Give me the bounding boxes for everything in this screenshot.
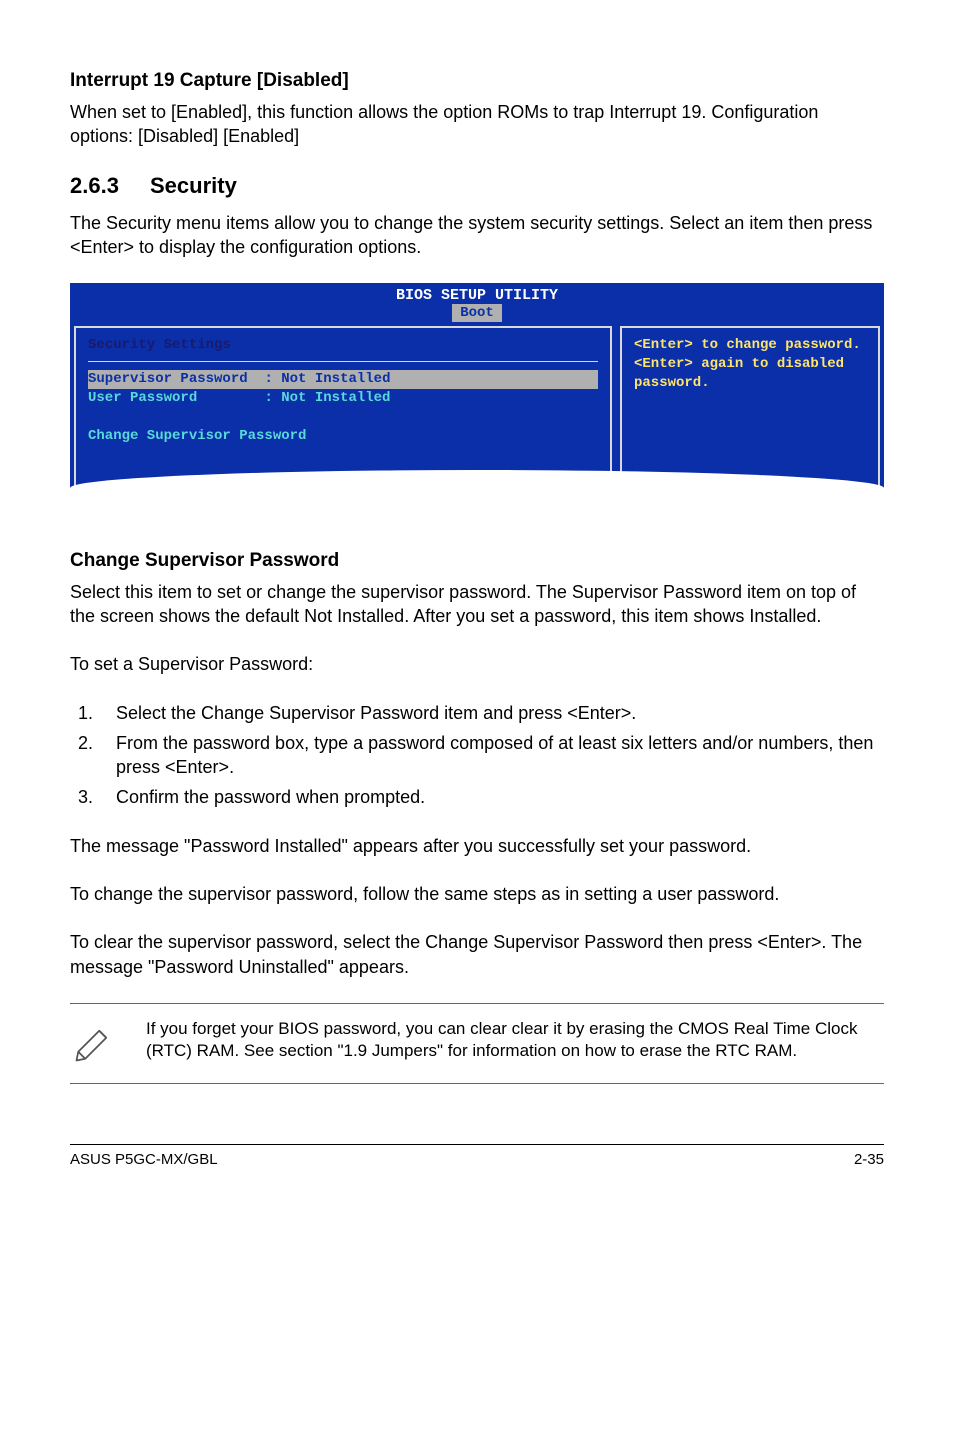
note-text: If you forget your BIOS password, you ca… — [146, 1018, 884, 1069]
bios-help-pane: <Enter> to change password. <Enter> agai… — [620, 326, 880, 485]
bios-user-label: User Password — [88, 390, 197, 406]
change-pw-p1: Select this item to set or change the su… — [70, 580, 884, 629]
bios-supervisor-label: Supervisor Password — [88, 371, 248, 387]
step-1: Select the Change Supervisor Password it… — [98, 701, 884, 725]
section-title: Security — [150, 173, 237, 199]
bios-security-settings: Security Settings — [88, 337, 231, 353]
steps-list: Select the Change Supervisor Password it… — [70, 701, 884, 810]
step-3: Confirm the password when prompted. — [98, 785, 884, 809]
bios-left-pane: Security Settings Supervisor Password : … — [74, 326, 612, 485]
section-header: 2.6.3 Security — [70, 173, 884, 199]
note-callout: If you forget your BIOS password, you ca… — [70, 1003, 884, 1084]
change-pw-p4: To change the supervisor password, follo… — [70, 882, 884, 906]
bios-screenshot: BIOS SETUP UTILITY Boot Security Setting… — [70, 283, 884, 489]
bios-change-password: Change Supervisor Password — [88, 427, 598, 446]
step-2: From the password box, type a password c… — [98, 731, 884, 780]
bios-supervisor-row: Supervisor Password : Not Installed — [88, 370, 598, 389]
bios-help-line-1: <Enter> to change password. — [634, 336, 866, 355]
page-footer: ASUS P5GC-MX/GBL 2-35 — [70, 1144, 884, 1168]
footer-page-number: 2-35 — [854, 1151, 884, 1168]
bios-title-bar: BIOS SETUP UTILITY Boot — [70, 283, 884, 322]
bios-user-row: User Password : Not Installed — [88, 389, 598, 408]
bios-divider — [88, 361, 598, 362]
change-pw-p2: To set a Supervisor Password: — [70, 652, 884, 676]
footer-model: ASUS P5GC-MX/GBL — [70, 1151, 218, 1168]
interrupt-desc: When set to [Enabled], this function all… — [70, 100, 884, 149]
bios-tab-boot: Boot — [452, 304, 502, 322]
bios-supervisor-value: : Not Installed — [264, 371, 390, 387]
interrupt-heading: Interrupt 19 Capture [Disabled] — [70, 70, 884, 92]
change-pw-heading: Change Supervisor Password — [70, 550, 884, 572]
note-pencil-icon — [70, 1018, 126, 1069]
bios-user-value: : Not Installed — [264, 390, 390, 406]
section-number: 2.6.3 — [70, 173, 150, 199]
change-pw-p5: To clear the supervisor password, select… — [70, 930, 884, 979]
change-pw-p3: The message "Password Installed" appears… — [70, 834, 884, 858]
bios-help-line-2: <Enter> again to disabled password. — [634, 355, 866, 393]
security-intro: The Security menu items allow you to cha… — [70, 211, 884, 260]
bios-body: Security Settings Supervisor Password : … — [70, 322, 884, 489]
bios-title: BIOS SETUP UTILITY — [70, 287, 884, 304]
